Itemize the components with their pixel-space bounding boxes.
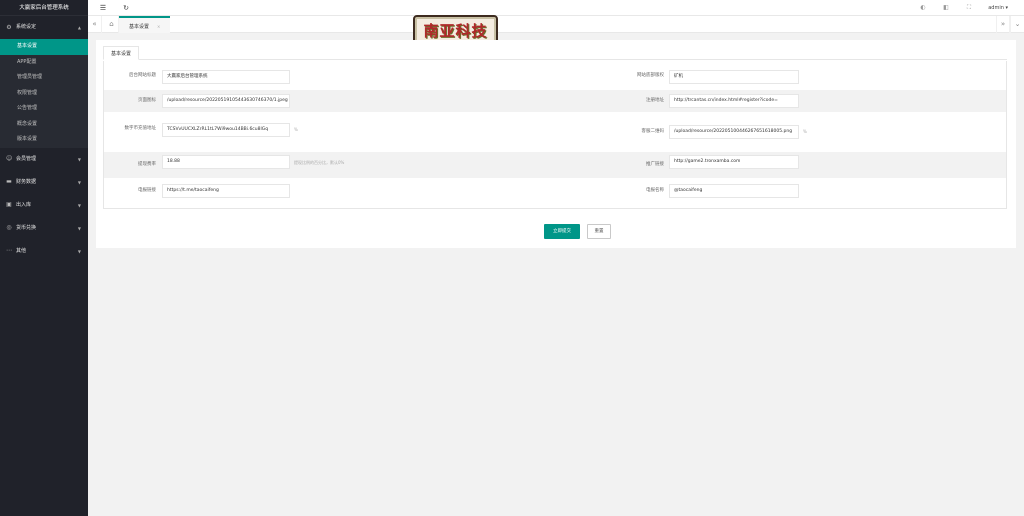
settings-form: 后台网站标题 大赢家后台管理系统 网站底部版权 矿机 页面图标 /upload/…: [103, 61, 1007, 209]
field-hint: %: [294, 127, 298, 132]
menu-other[interactable]: ⋯ 其他 ▼: [0, 240, 88, 263]
field-label: 推广链接: [646, 162, 664, 167]
menu-inout[interactable]: ▣ 出入库 ▼: [0, 194, 88, 217]
system-name-input[interactable]: 大赢家后台管理系统: [162, 70, 290, 84]
sidebar-item-permission[interactable]: 权限管理: [0, 86, 88, 102]
form-row-2: 页面图标 /upload/resource/202205191054436307…: [104, 90, 1006, 112]
sidebar-item-notice[interactable]: 公告管理: [0, 101, 88, 117]
menu-members[interactable]: ☺ 会员管理 ▼: [0, 148, 88, 171]
form-tabs: 基本设置: [103, 46, 1007, 60]
box-icon: ▣: [6, 201, 12, 208]
main-content: 基本设置 后台网站标题 大赢家后台管理系统 网站底部版权 矿机 页面图标 /up…: [96, 40, 1016, 248]
submenu-system: 基本设置 APP配置 管理员管理 权限管理 公告管理 概念设置 版本设置: [0, 39, 88, 148]
tab-bar: « ⌂ 基本设置 × ⌄ »: [88, 16, 1024, 33]
fee-rate-input[interactable]: 18.88: [162, 155, 290, 169]
tab-basic-settings[interactable]: 基本设置 ×: [119, 16, 171, 33]
form-tab-basic[interactable]: 基本设置: [103, 46, 140, 60]
chevron-down-icon: ▼: [77, 179, 81, 185]
sidebar: 大赢家后台管理系统 ⚙ 系统设定 ▲ 基本设置 APP配置 管理员管理 权限管理…: [0, 0, 88, 516]
chevron-down-icon: ▼: [77, 248, 81, 254]
menu-label: 货币兑换: [16, 224, 37, 231]
menu-toggle-icon[interactable]: ☰: [98, 3, 108, 13]
field-label: 电报名称: [646, 188, 664, 193]
site-name-input[interactable]: 矿机: [669, 70, 799, 84]
sidebar-item-version[interactable]: 版本设置: [0, 132, 88, 148]
sidebar-item-app-config[interactable]: APP配置: [0, 55, 88, 71]
tabs-left-icon[interactable]: «: [88, 16, 102, 33]
fullscreen-icon[interactable]: ⛶: [964, 3, 974, 13]
note-icon[interactable]: ◧: [941, 3, 951, 13]
submit-button[interactable]: 立即提交: [544, 224, 580, 239]
menu-finance[interactable]: ▬ 财务数据 ▼: [0, 171, 88, 194]
tabs-right-icon[interactable]: »: [996, 16, 1010, 33]
field-label: 注册地址: [646, 98, 664, 103]
user-menu[interactable]: admin ▾: [988, 3, 1008, 13]
tab-label: 基本设置: [129, 24, 150, 30]
wallet-address-input[interactable]: TCSVvUUCXLZrRL1tL7Wi9wou14BBi.6cu8lGq: [162, 123, 290, 137]
chevron-up-icon: ▲: [77, 25, 81, 30]
menu-label: 出入库: [16, 201, 32, 208]
user-icon: ☺: [6, 155, 13, 162]
field-label: 网站底部版权: [637, 73, 664, 78]
field-label: 客服二维码: [641, 129, 665, 134]
sidebar-item-concept[interactable]: 概念设置: [0, 117, 88, 133]
exchange-icon: ◎: [6, 224, 12, 231]
form-row-1: 后台网站标题 大赢家后台管理系统 网站底部版权 矿机: [104, 67, 1006, 86]
menu-label: 其他: [16, 247, 27, 254]
form-row-3: 数字币充值地址 TCSVvUUCXLZrRL1tL7Wi9wou14BBi.6c…: [104, 117, 1006, 151]
field-label: 提现费率: [138, 162, 156, 167]
field-label: 页面图标: [138, 98, 156, 103]
money-icon: ▬: [6, 178, 12, 185]
promo-link-input[interactable]: http://game2.tronxamba.com: [669, 155, 799, 169]
refresh-icon[interactable]: ↻: [121, 3, 131, 13]
sidebar-item-basic-settings[interactable]: 基本设置: [0, 39, 88, 55]
chevron-down-icon: ▼: [77, 225, 81, 231]
more-icon: ⋯: [6, 247, 12, 254]
reset-button[interactable]: 重置: [587, 224, 611, 239]
watermark-text: 南亚科技: [423, 21, 488, 40]
top-header: ☰ ↻ ◐ ◧ ⛶ admin ▾: [88, 0, 1024, 16]
menu-label: 财务数据: [16, 178, 37, 185]
field-label: 后台网站标题: [129, 73, 156, 78]
home-icon[interactable]: ⌂: [105, 16, 119, 33]
field-hint: 提现比例的百分比，默认0%: [294, 160, 345, 165]
theme-icon[interactable]: ◐: [918, 3, 928, 13]
gear-icon: ⚙: [6, 23, 12, 31]
chevron-down-icon: ▼: [77, 202, 81, 208]
menu-system-settings[interactable]: ⚙ 系统设定 ▲: [0, 16, 88, 39]
qrcode-input[interactable]: /upload/resource/20220510044626765161800…: [669, 125, 799, 139]
app-title: 大赢家后台管理系统: [0, 0, 88, 16]
menu-label: 系统设定: [16, 24, 37, 30]
telegram-name-input[interactable]: @taocaifeng: [669, 184, 799, 198]
form-row-5: 电报链接 https://t.me/taocaifeng 电报名称 @taoca…: [104, 180, 1006, 202]
logo-input[interactable]: /upload/resource/20220519105443630746370…: [162, 94, 290, 108]
register-url-input[interactable]: http://trcantas.cn/index.html#register?i…: [669, 94, 799, 108]
close-icon[interactable]: ×: [157, 24, 160, 29]
sidebar-item-admin-manage[interactable]: 管理员管理: [0, 70, 88, 86]
menu-label: 会员管理: [16, 155, 37, 162]
menu-group-system: ⚙ 系统设定 ▲ 基本设置 APP配置 管理员管理 权限管理 公告管理 概念设置…: [0, 16, 88, 148]
tabs-down-icon[interactable]: ⌄: [1010, 16, 1024, 33]
field-label: 数字币充值地址: [124, 126, 157, 131]
menu-exchange[interactable]: ◎ 货币兑换 ▼: [0, 217, 88, 240]
field-label: 电报链接: [138, 188, 156, 193]
form-row-4: 提现费率 18.88 提现比例的百分比，默认0% 推广链接 http://gam…: [104, 152, 1006, 178]
telegram-link-input[interactable]: https://t.me/taocaifeng: [162, 184, 290, 198]
chevron-down-icon: ▼: [77, 156, 81, 162]
field-hint: %: [803, 129, 807, 134]
